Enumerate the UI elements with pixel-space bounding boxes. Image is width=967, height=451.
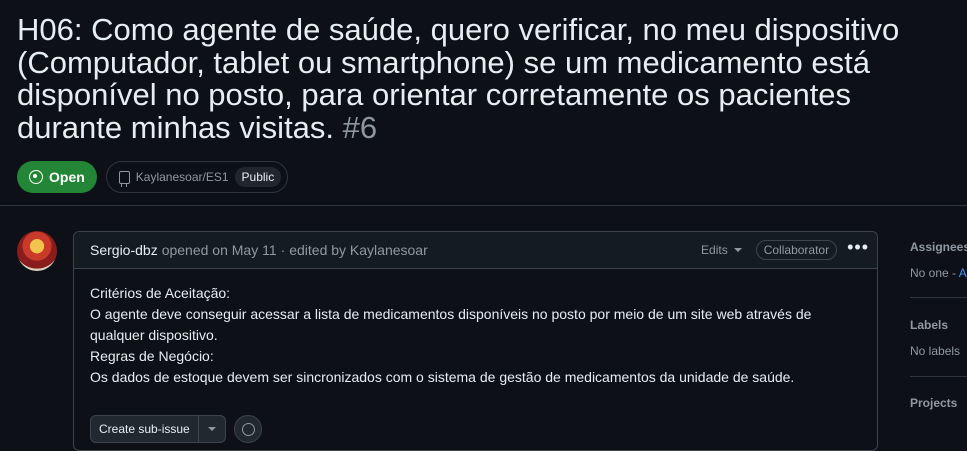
edits-label: Edits bbox=[701, 243, 728, 257]
author-avatar[interactable] bbox=[17, 231, 57, 271]
issue-title: H06: Como agente de saúde, quero verific… bbox=[17, 12, 957, 145]
body-line: Critérios de Aceitação: bbox=[90, 285, 231, 301]
issue-number: #6 bbox=[342, 109, 378, 145]
sidebar-assignees: Assignees No one - A bbox=[910, 240, 967, 280]
chevron-down-icon bbox=[733, 248, 742, 252]
issue-open-icon bbox=[29, 170, 43, 184]
repo-icon bbox=[118, 170, 130, 187]
edits-dropdown[interactable]: Edits bbox=[701, 243, 742, 257]
triangle-down-icon bbox=[207, 427, 216, 431]
body-line: Os dados de estoque devem ser sincroniza… bbox=[90, 369, 795, 385]
assign-yourself-link[interactable]: A bbox=[959, 266, 967, 280]
issue-body-comment: Sergio-dbz opened on May 11 · edited by … bbox=[73, 231, 878, 451]
comment-author[interactable]: Sergio-dbz bbox=[90, 242, 158, 258]
repo-pill[interactable]: Kaylanesoar/ES1 Public bbox=[105, 161, 289, 193]
sidebar-divider bbox=[910, 297, 967, 298]
create-sub-issue-label[interactable]: Create sub-issue bbox=[91, 416, 198, 442]
issue-state-label: Open bbox=[49, 169, 85, 185]
body-line: O agente deve conseguir acessar a lista … bbox=[90, 306, 812, 343]
comment-edited-by: · edited by Kaylanesoar bbox=[280, 242, 428, 258]
labels-title[interactable]: Labels bbox=[910, 318, 967, 332]
comment-body: Critérios de Aceitação: O agente deve co… bbox=[74, 269, 877, 388]
issue-state-badge: Open bbox=[17, 161, 97, 193]
sidebar-projects: Projects bbox=[910, 396, 967, 410]
create-sub-issue-dropdown[interactable] bbox=[197, 416, 225, 442]
header-divider bbox=[0, 205, 967, 206]
comment-header-actions: Edits Collaborator ••• bbox=[701, 238, 869, 262]
kebab-horizontal-icon[interactable]: ••• bbox=[847, 238, 869, 262]
comment-opened-date[interactable]: opened on May 11 bbox=[162, 242, 277, 258]
body-line: Regras de Negócio: bbox=[90, 348, 214, 364]
sidebar-labels: Labels No labels bbox=[910, 318, 967, 358]
repo-name[interactable]: Kaylanesoar/ES1 bbox=[136, 170, 229, 184]
issue-meta-row: Open Kaylanesoar/ES1 Public bbox=[17, 161, 289, 193]
sidebar-divider bbox=[910, 376, 967, 377]
visibility-badge: Public bbox=[234, 167, 282, 187]
create-sub-issue-button[interactable]: Create sub-issue bbox=[90, 415, 226, 443]
assignees-title[interactable]: Assignees bbox=[910, 240, 967, 254]
issue-title-text: H06: Como agente de saúde, quero verific… bbox=[17, 12, 900, 145]
assignees-value: No one - A bbox=[910, 266, 967, 280]
role-badge: Collaborator bbox=[755, 240, 838, 260]
projects-title[interactable]: Projects bbox=[910, 396, 967, 410]
add-reaction-icon[interactable] bbox=[233, 415, 262, 443]
comment-header: Sergio-dbz opened on May 11 · edited by … bbox=[74, 232, 877, 269]
assignees-none: No one - bbox=[910, 266, 957, 280]
labels-value: No labels bbox=[910, 344, 961, 358]
comment-actions: Create sub-issue bbox=[90, 415, 262, 443]
